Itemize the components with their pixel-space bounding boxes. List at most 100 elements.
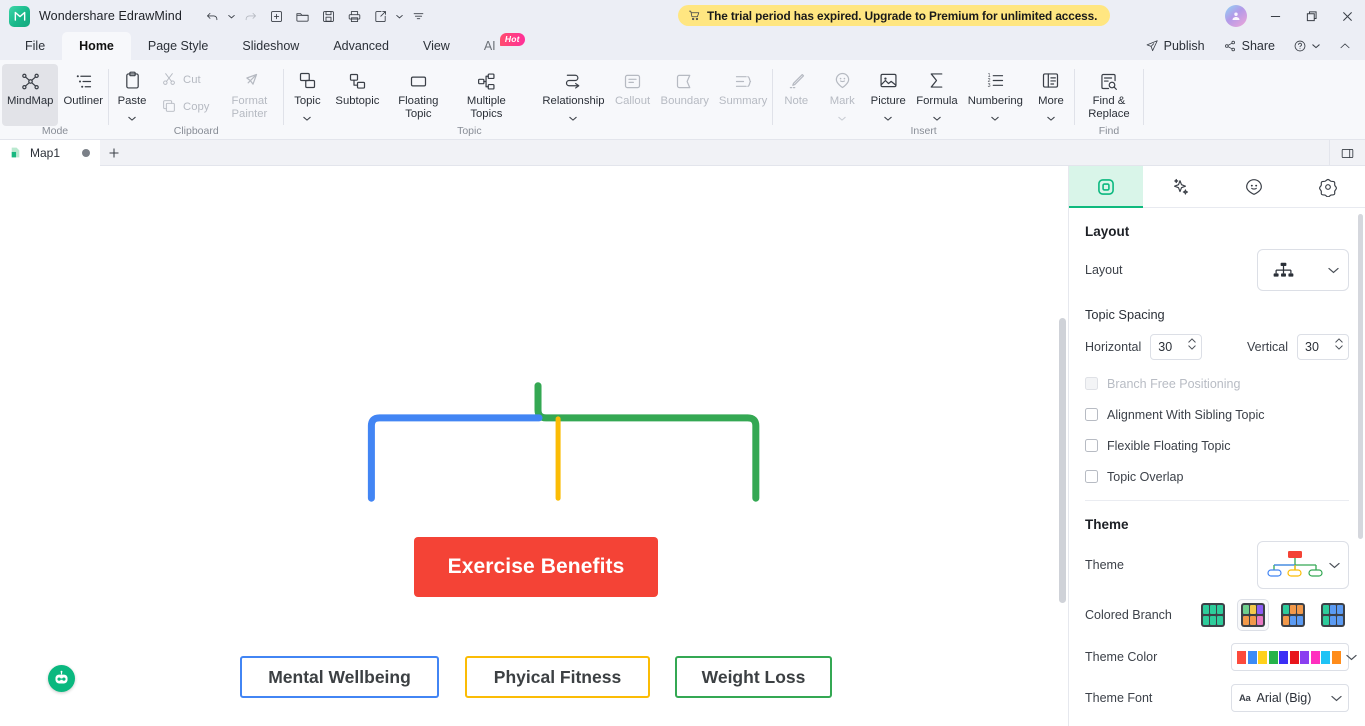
print-button[interactable] [342, 4, 367, 28]
minimize-button[interactable] [1257, 0, 1293, 32]
find-replace-button[interactable]: Find & Replace [1075, 64, 1143, 126]
panel-tab-layout[interactable] [1069, 166, 1143, 208]
ai-assistant-button[interactable] [48, 665, 75, 692]
topic-caret-icon[interactable] [303, 108, 312, 126]
paste-caret-icon[interactable] [128, 108, 136, 126]
mindmap-root-node[interactable]: Exercise Benefits [414, 537, 658, 597]
relationship-icon [563, 69, 584, 93]
mindmap-canvas[interactable]: Exercise Benefits Mental Wellbeing Phyic… [0, 166, 1069, 726]
tab-file[interactable]: File [8, 32, 62, 60]
redo-button[interactable] [238, 4, 263, 28]
colored-branch-option-2[interactable] [1277, 599, 1309, 631]
layout-label: Layout [1085, 263, 1123, 277]
colored-branch-option-1[interactable] [1237, 599, 1269, 631]
undo-caret-icon[interactable] [226, 4, 237, 28]
mark-caret-icon[interactable] [838, 108, 846, 126]
open-button[interactable] [290, 4, 315, 28]
format-painter-button[interactable]: Format Painter [215, 64, 283, 126]
tab-advanced[interactable]: Advanced [316, 32, 406, 60]
mindmap-button[interactable]: MindMap [2, 64, 59, 126]
vertical-spacing-input[interactable] [1305, 340, 1331, 354]
outliner-button[interactable]: Outliner [58, 64, 108, 126]
avatar[interactable] [1225, 5, 1247, 27]
colored-branch-option-3[interactable] [1317, 599, 1349, 631]
customize-qat-button[interactable] [406, 4, 431, 28]
help-button[interactable] [1286, 36, 1327, 56]
multiple-topics-button[interactable]: Multiple Topics [452, 64, 520, 126]
new-button[interactable] [264, 4, 289, 28]
topic-button[interactable]: Topic [284, 64, 330, 126]
more-caret-icon[interactable] [1047, 108, 1055, 126]
checkbox-topic-overlap[interactable]: Topic Overlap [1085, 461, 1349, 492]
tab-view[interactable]: View [406, 32, 467, 60]
mindmap-node-mental-wellbeing[interactable]: Mental Wellbeing [240, 656, 439, 698]
publish-icon [1146, 40, 1158, 52]
numbering-button[interactable]: 123 Numbering [963, 64, 1028, 126]
formula-caret-icon[interactable] [933, 108, 941, 126]
checkbox-flexible-floating-topic[interactable]: Flexible Floating Topic [1085, 430, 1349, 461]
cut-button[interactable]: Cut [155, 66, 215, 92]
panel-tab-clipart[interactable] [1217, 166, 1291, 207]
mark-button[interactable]: Mark [819, 64, 865, 126]
theme-font-select[interactable]: Aa Arial (Big) [1231, 684, 1349, 712]
publish-button[interactable]: Publish [1138, 36, 1212, 56]
add-document-button[interactable] [100, 140, 128, 166]
trial-expired-banner[interactable]: The trial period has expired. Upgrade to… [678, 5, 1111, 26]
picture-caret-icon[interactable] [884, 108, 892, 126]
tab-ai[interactable]: AI Hot [467, 32, 525, 60]
vertical-spacing-field[interactable] [1297, 334, 1349, 360]
relationship-button[interactable]: Relationship [537, 64, 609, 126]
tab-home[interactable]: Home [62, 32, 131, 60]
canvas-vertical-scrollbar[interactable] [1059, 318, 1066, 603]
save-button[interactable] [316, 4, 341, 28]
numbering-caret-icon[interactable] [991, 108, 1000, 126]
subtopic-button[interactable]: Subtopic [330, 64, 384, 126]
stepper-up-icon [1335, 338, 1343, 343]
undo-button[interactable] [200, 4, 225, 28]
callout-icon [622, 69, 643, 93]
colored-branch-option-0[interactable] [1197, 599, 1229, 631]
toggle-right-panel-button[interactable] [1329, 140, 1365, 166]
mindmap-node-physical-fitness[interactable]: Phyical Fitness [465, 656, 650, 698]
relationship-caret-icon[interactable] [569, 108, 578, 126]
checkbox-alignment-with-sibling-topic[interactable]: Alignment With Sibling Topic [1085, 399, 1349, 430]
paste-button[interactable]: Paste [109, 64, 155, 126]
formula-button[interactable]: Formula [911, 64, 962, 126]
summary-button[interactable]: Summary [714, 64, 772, 126]
tab-slideshow[interactable]: Slideshow [225, 32, 316, 60]
theme-color-select[interactable] [1231, 643, 1357, 671]
checkbox-branch-free-positioning[interactable]: Branch Free Positioning [1085, 368, 1349, 399]
cart-icon [688, 10, 700, 21]
mindmap-node-weight-loss[interactable]: Weight Loss [675, 656, 832, 698]
note-button[interactable]: Note [773, 64, 819, 126]
theme-select[interactable] [1257, 541, 1349, 589]
vertical-steppers[interactable] [1335, 338, 1343, 350]
maximize-button[interactable] [1293, 0, 1329, 32]
more-button[interactable]: More [1028, 64, 1074, 126]
tab-page-style[interactable]: Page Style [131, 32, 225, 60]
horizontal-steppers[interactable] [1188, 338, 1196, 350]
callout-label: Callout [614, 95, 651, 107]
boundary-button[interactable]: Boundary [656, 64, 714, 126]
panel-tab-settings[interactable] [1291, 166, 1365, 207]
horizontal-spacing-field[interactable] [1150, 334, 1203, 360]
outliner-icon [73, 69, 94, 93]
picture-button[interactable]: Picture [865, 64, 911, 126]
share-button[interactable]: Share [1216, 36, 1282, 56]
ribbon-group-label-topic: Topic [457, 125, 482, 137]
export-button[interactable] [368, 4, 393, 28]
panel-tab-style[interactable] [1143, 166, 1217, 207]
floating-topic-button[interactable]: Floating Topic [384, 64, 452, 126]
sparkle-icon [1174, 178, 1189, 195]
callout-button[interactable]: Callout [610, 64, 656, 126]
horizontal-spacing-input[interactable] [1158, 340, 1185, 354]
close-button[interactable] [1329, 0, 1365, 32]
document-tab-map1[interactable]: Map1 [0, 139, 101, 166]
collapse-ribbon-button[interactable] [1331, 36, 1359, 56]
right-panel-scrollbar[interactable] [1358, 214, 1363, 539]
cut-label: Cut [183, 73, 201, 86]
export-caret-icon[interactable] [394, 4, 405, 28]
chevron-down-icon [1329, 556, 1340, 574]
copy-button[interactable]: Copy [155, 93, 215, 119]
layout-select[interactable] [1257, 249, 1349, 291]
